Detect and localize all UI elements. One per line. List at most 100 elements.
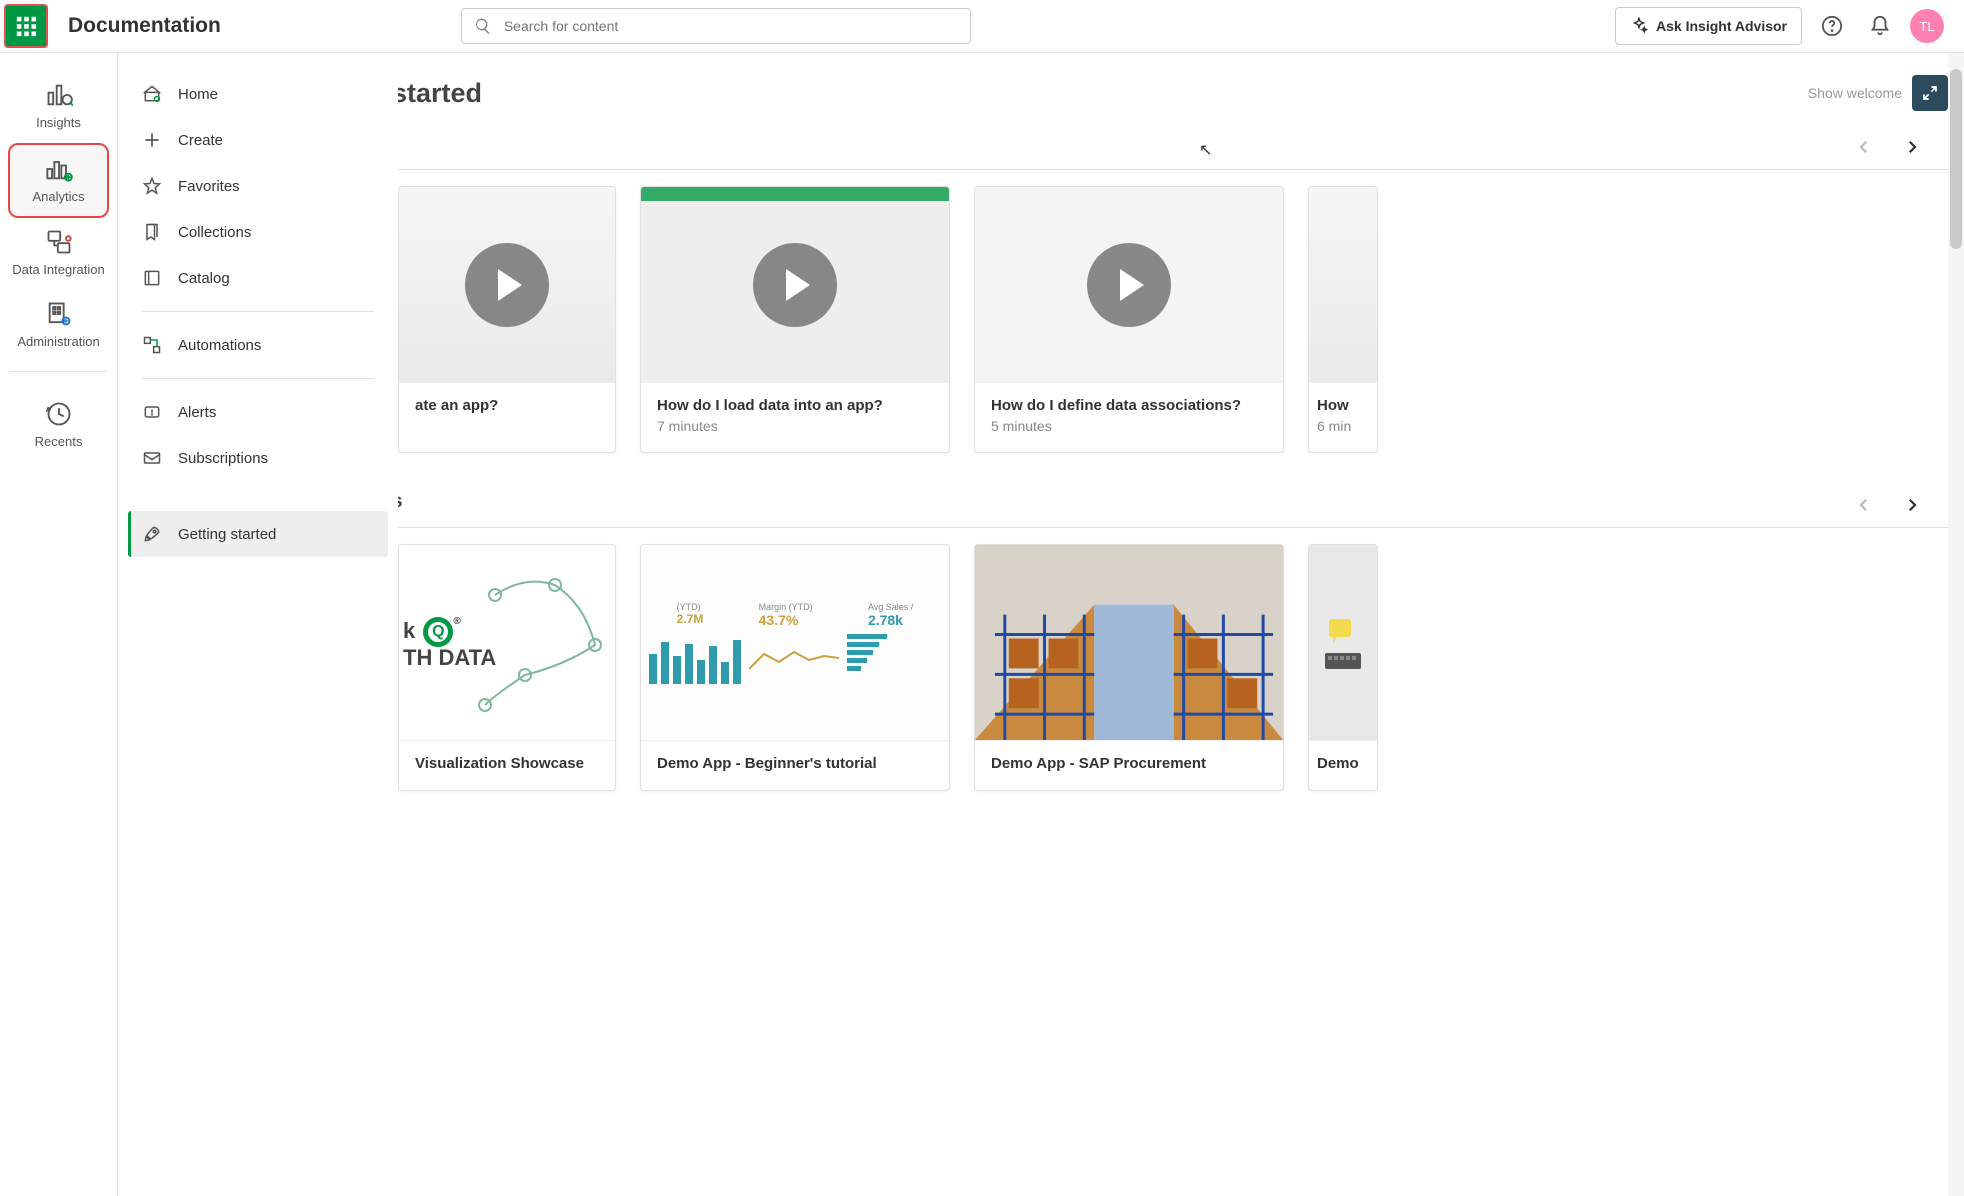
- nav-analytics[interactable]: Analytics: [8, 143, 109, 219]
- analytics-icon: [45, 155, 73, 183]
- demo-thumbnail: [1309, 545, 1377, 741]
- menu-subscriptions[interactable]: Subscriptions: [128, 435, 388, 481]
- menu-automations[interactable]: Automations: [128, 322, 388, 368]
- nav-recents-label: Recents: [35, 434, 83, 450]
- sparkle-icon: [1630, 17, 1648, 35]
- search-input[interactable]: [504, 18, 958, 34]
- scrollbar[interactable]: [1948, 53, 1964, 1196]
- menu-catalog-label: Catalog: [178, 270, 230, 287]
- alert-icon: [142, 402, 162, 422]
- secondary-nav: Home Create Favorites Collections Catalo…: [118, 53, 398, 1196]
- video-title: ate an app?: [415, 397, 599, 414]
- demo-card-0[interactable]: k Q® TH DATA Visualization Showcase: [398, 544, 616, 791]
- videos-divider: [398, 169, 1948, 170]
- qlik-logo-icon: Q: [423, 617, 453, 647]
- menu-collections-label: Collections: [178, 224, 251, 241]
- menu-subscriptions-label: Subscriptions: [178, 450, 268, 467]
- page-title: started: [398, 78, 482, 109]
- data-integration-icon: [45, 228, 73, 256]
- decorative-lines-icon: [455, 555, 615, 735]
- kpi-avg-label: Avg Sales /: [868, 602, 913, 612]
- mini-line-chart-icon: [749, 634, 839, 684]
- demo-thumbnail: (YTD)2.7M Margin (YTD)43.7% Avg Sales /2…: [641, 545, 949, 741]
- demo-title: Demo: [1317, 755, 1369, 772]
- insights-icon: [45, 81, 73, 109]
- nav-administration[interactable]: Administration: [0, 290, 117, 362]
- demo-card-2[interactable]: Demo App - SAP Procurement: [974, 544, 1284, 791]
- menu-create[interactable]: Create: [128, 117, 388, 163]
- bell-icon: [1869, 15, 1891, 37]
- videos-prev-button[interactable]: [1852, 135, 1876, 159]
- video-card-3[interactable]: How 6 min: [1308, 186, 1378, 453]
- bookmark-collection-icon: [142, 222, 162, 242]
- show-welcome-label: Show welcome: [1808, 85, 1902, 101]
- clock-icon: [45, 400, 73, 428]
- nav-insights[interactable]: Insights: [0, 71, 117, 143]
- menu-create-label: Create: [178, 132, 223, 149]
- video-card-1[interactable]: How do I load data into an app? 7 minute…: [640, 186, 950, 453]
- menu-alerts[interactable]: Alerts: [128, 389, 388, 435]
- video-card-2[interactable]: How do I define data associations? 5 min…: [974, 186, 1284, 453]
- kpi-label: (YTD): [677, 602, 701, 612]
- topbar-actions: Ask Insight Advisor TL: [1615, 7, 1964, 45]
- nav-administration-label: Administration: [17, 334, 99, 350]
- menu-home[interactable]: Home: [128, 71, 388, 117]
- menu-collections[interactable]: Collections: [128, 209, 388, 255]
- app-launcher-button[interactable]: [4, 4, 48, 48]
- kpi-avg-value: 2.78k: [868, 612, 903, 628]
- menu-favorites[interactable]: Favorites: [128, 163, 388, 209]
- user-avatar[interactable]: TL: [1910, 9, 1944, 43]
- demos-next-button[interactable]: [1900, 493, 1924, 517]
- kpi-value: 2.7M: [677, 612, 704, 626]
- videos-next-button[interactable]: [1900, 135, 1924, 159]
- home-icon: [142, 84, 162, 104]
- expand-icon: [1922, 85, 1938, 101]
- scrollbar-thumb[interactable]: [1950, 69, 1962, 249]
- page-breadcrumb-title: Documentation: [68, 14, 221, 38]
- video-card-0[interactable]: ate an app?: [398, 186, 616, 453]
- administration-icon: [45, 300, 73, 328]
- video-thumbnail: [1309, 187, 1377, 383]
- layout: Insights Analytics Data Integration Admi…: [0, 53, 1964, 1196]
- warehouse-illustration-icon: [975, 545, 1283, 740]
- demos-prev-button[interactable]: [1852, 493, 1876, 517]
- automations-icon: [142, 335, 162, 355]
- expand-welcome-button[interactable]: [1912, 75, 1948, 111]
- mail-icon: [142, 448, 162, 468]
- demo-thumbnail: [975, 545, 1283, 741]
- video-duration: 7 minutes: [657, 418, 933, 434]
- page-header: started Show welcome: [398, 53, 1948, 123]
- nav-insights-label: Insights: [36, 115, 81, 131]
- nav-data-integration-label: Data Integration: [12, 262, 105, 278]
- grid-icon: [15, 15, 37, 37]
- rocket-icon: [142, 524, 162, 544]
- nav-recents[interactable]: Recents: [0, 390, 117, 462]
- demos-pager: [1852, 487, 1924, 517]
- chevron-left-icon: [1855, 138, 1873, 156]
- ask-insight-advisor-button[interactable]: Ask Insight Advisor: [1615, 7, 1802, 45]
- menu-getting-started[interactable]: Getting started: [128, 511, 388, 557]
- main-content: started Show welcome: [398, 53, 1964, 1196]
- play-icon: [753, 243, 837, 327]
- menu-getting-started-label: Getting started: [178, 526, 276, 543]
- catalog-icon: [142, 268, 162, 288]
- videos-pager: [1852, 129, 1924, 159]
- videos-row: ate an app? How do I load data into an a…: [398, 186, 1948, 453]
- search-container[interactable]: [461, 8, 971, 44]
- video-title: How do I load data into an app?: [657, 397, 933, 414]
- demo-card-3[interactable]: Demo: [1308, 544, 1378, 791]
- keyboard-chat-icon: [1323, 613, 1363, 673]
- notifications-button[interactable]: [1862, 8, 1898, 44]
- video-title: How do I define data associations?: [991, 397, 1267, 414]
- help-button[interactable]: [1814, 8, 1850, 44]
- menu-catalog[interactable]: Catalog: [128, 255, 388, 301]
- menu-favorites-label: Favorites: [178, 178, 240, 195]
- video-thumbnail: [975, 187, 1283, 383]
- videos-row-header: [398, 129, 1948, 159]
- demo-card-1[interactable]: (YTD)2.7M Margin (YTD)43.7% Avg Sales /2…: [640, 544, 950, 791]
- menu-automations-label: Automations: [178, 337, 261, 354]
- menu-separator-2: [142, 378, 374, 379]
- demos-divider: [398, 527, 1948, 528]
- nav-data-integration[interactable]: Data Integration: [0, 218, 117, 290]
- plus-icon: [142, 130, 162, 150]
